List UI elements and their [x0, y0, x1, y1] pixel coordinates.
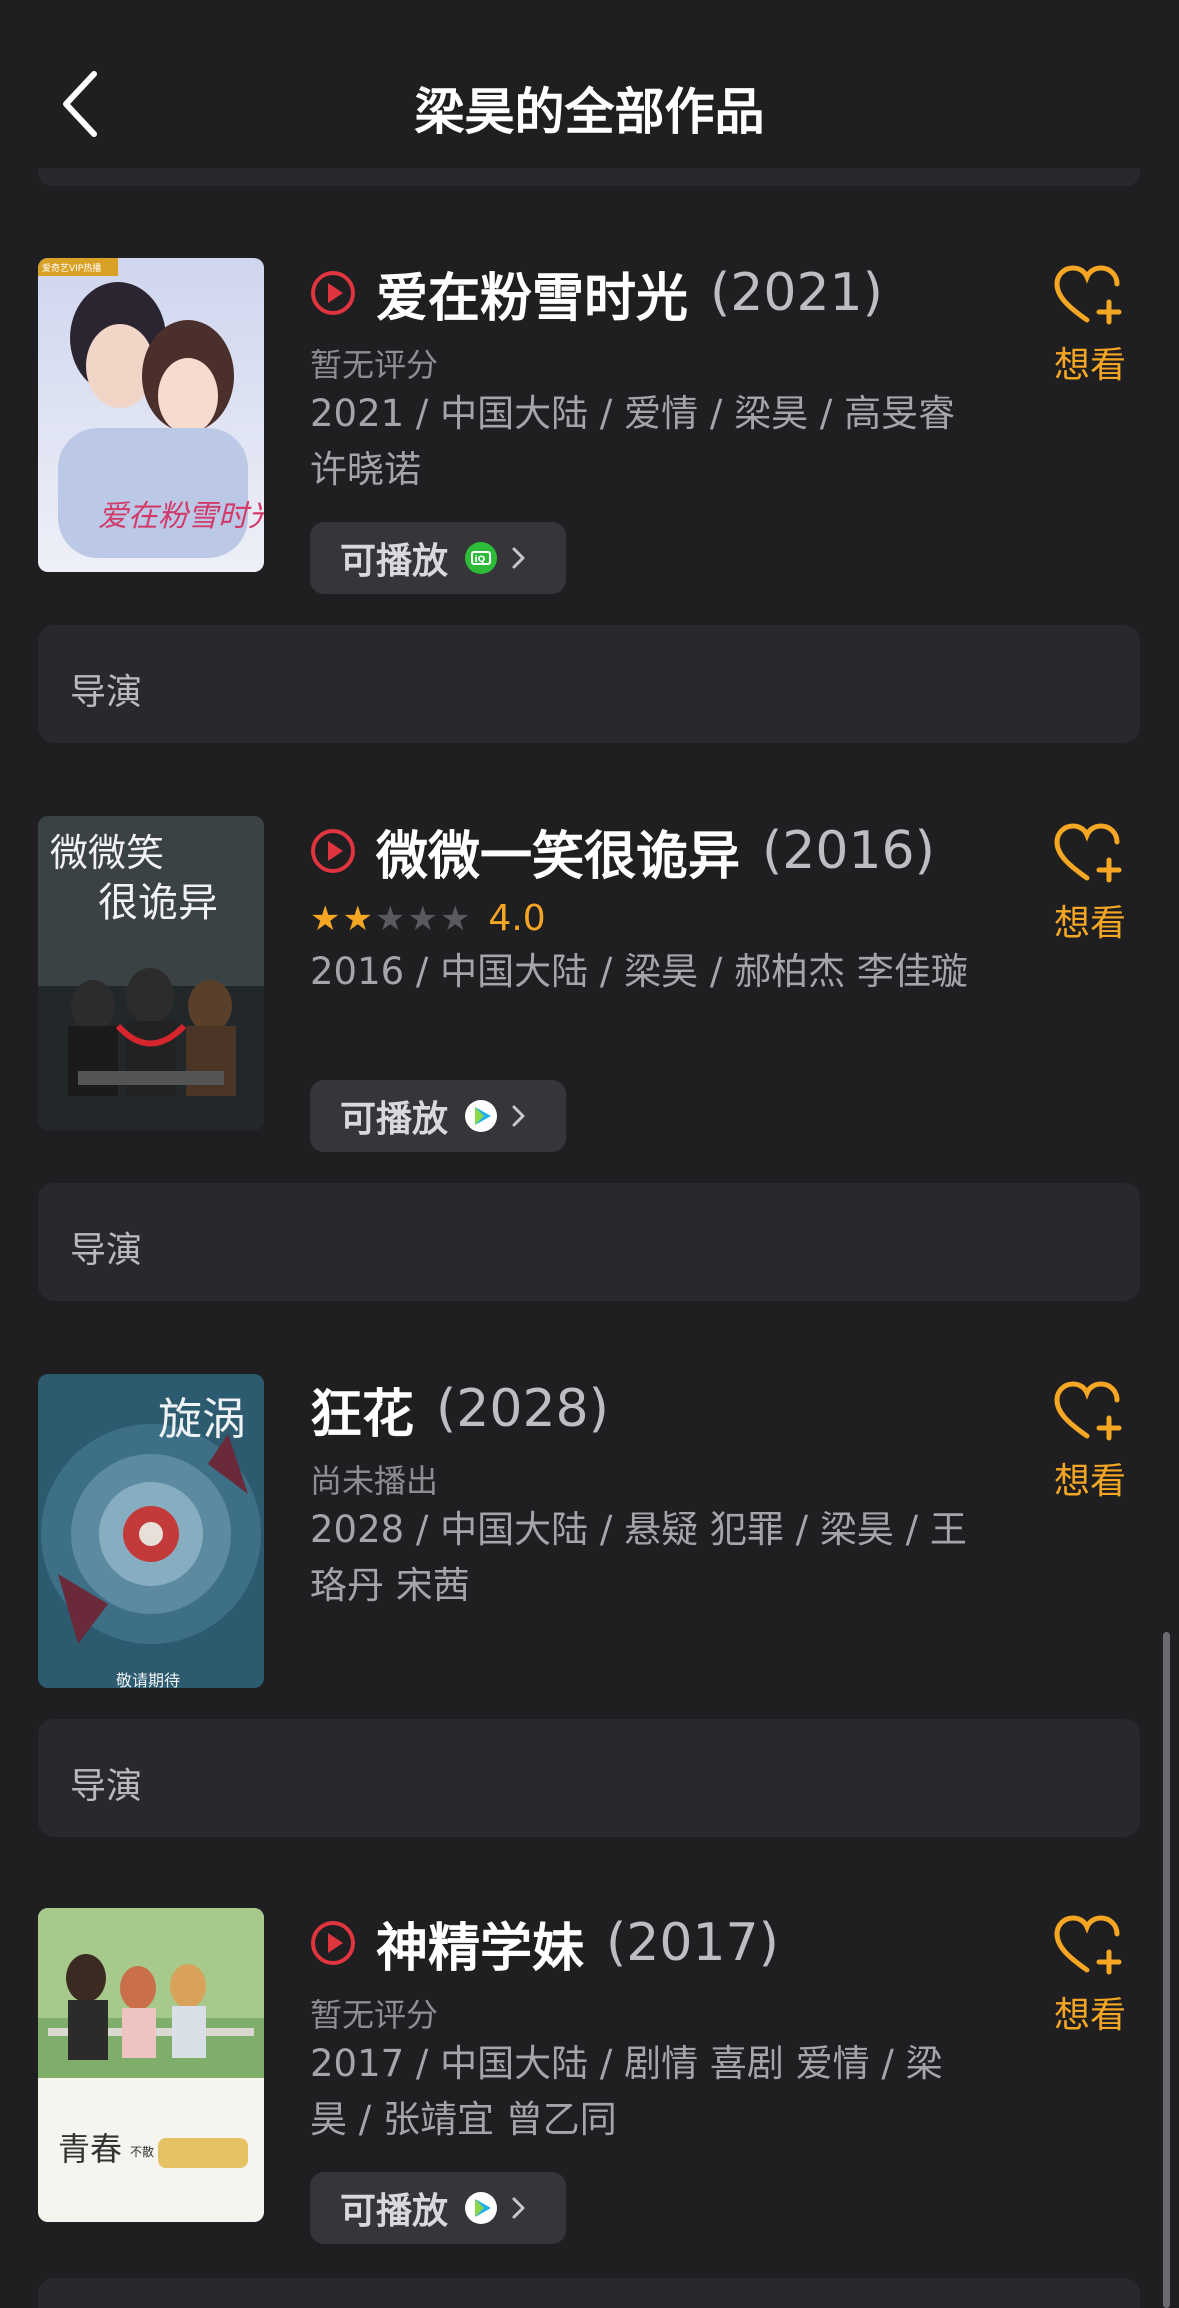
- playable-label: 可播放: [340, 2191, 449, 2232]
- section-label: 导演: [70, 672, 143, 713]
- poster-text-left: 青春: [58, 2131, 122, 2167]
- movie-card[interactable]: 爱奇艺VIP热播 爱在粉雪时光 爱在粉雪时光 (2021) 暂无评分 2021 …: [0, 256, 1179, 594]
- movie-meta: 2016 / 中国大陆 / 梁昊 / 郝柏杰 李佳璇: [310, 950, 968, 993]
- iqiyi-icon: iQ: [464, 541, 498, 575]
- star-icon: ★: [310, 898, 341, 939]
- tencent-video-icon: [464, 2191, 498, 2225]
- previous-section-edge: [38, 168, 1140, 186]
- poster-title-line1: 微微笑: [50, 831, 164, 875]
- heart-plus-icon: [1054, 1915, 1122, 1975]
- poster-title-line2: 很诡异: [98, 880, 218, 926]
- movie-year: (2021): [710, 263, 883, 323]
- movie-meta: 2028 / 中国大陆 / 悬疑 犯罪 / 梁昊 / 王珞丹 宋茜: [310, 1508, 967, 1607]
- director-section-bar[interactable]: 导演: [38, 625, 1140, 743]
- chevron-right-icon: [508, 1099, 530, 1133]
- want-to-watch-button[interactable]: 想看: [1040, 822, 1140, 946]
- want-to-watch-button[interactable]: 想看: [1040, 1914, 1140, 2038]
- tencent-video-icon: [464, 1099, 498, 1133]
- chevron-right-icon: [508, 541, 530, 575]
- movie-title[interactable]: 狂花: [310, 1372, 414, 1447]
- want-to-watch-label: 想看: [1053, 1461, 1126, 1502]
- rating-text: 暂无评分: [310, 1996, 439, 2034]
- playable-button[interactable]: 可播放: [310, 1080, 566, 1152]
- movie-title[interactable]: 微微一笑很诡异: [376, 814, 740, 889]
- movie-year: (2017): [606, 1913, 779, 1973]
- movie-title[interactable]: 爱在粉雪时光: [376, 256, 688, 331]
- chevron-right-icon: [508, 2191, 530, 2225]
- play-circle-icon[interactable]: [310, 270, 356, 316]
- section-label: 导演: [70, 1766, 143, 1807]
- movie-year: (2016): [762, 821, 935, 881]
- heart-plus-icon: [1054, 823, 1122, 883]
- movie-meta: 2017 / 中国大陆 / 剧情 喜剧 爱情 / 梁昊 / 张靖宜 曾乙同: [310, 2042, 943, 2141]
- header: 梁昊的全部作品: [0, 0, 1179, 170]
- movie-card[interactable]: 微微笑 很诡异 微微一笑很诡异 (2016) ★ ★ ★ ★ ★ 4.0 201…: [0, 814, 1179, 1152]
- director-section-bar[interactable]: 导演: [38, 1719, 1140, 1837]
- playable-button[interactable]: 可播放 iQ: [310, 522, 566, 594]
- poster-glyph-text: 旋涡: [158, 1394, 246, 1445]
- want-to-watch-label: 想看: [1053, 903, 1126, 944]
- poster-text-small: 不散: [130, 2144, 154, 2159]
- star-rating: ★ ★ ★ ★ ★ 4.0: [310, 898, 546, 939]
- rating-text: 暂无评分: [310, 346, 439, 384]
- movie-poster[interactable]: 爱奇艺VIP热播 爱在粉雪时光: [38, 258, 264, 572]
- scrollbar[interactable]: [1163, 1632, 1170, 2308]
- movie-card[interactable]: 旋涡 敬请期待 狂花 (2028) 尚未播出 2028 / 中国大陆 / 悬疑 …: [0, 1374, 1179, 1694]
- star-icon: ★: [342, 898, 373, 939]
- poster-title-text: 爱在粉雪时光: [98, 500, 264, 533]
- want-to-watch-label: 想看: [1053, 345, 1126, 386]
- movie-title[interactable]: 神精学妹: [376, 1906, 584, 1981]
- playable-label: 可播放: [340, 1099, 449, 1140]
- star-icon: ★: [439, 898, 471, 939]
- star-icon: ★: [374, 898, 406, 939]
- play-circle-icon[interactable]: [310, 828, 356, 874]
- director-section-bar[interactable]: 导演: [38, 1183, 1140, 1301]
- star-icon: ★: [407, 898, 438, 939]
- playable-button[interactable]: 可播放: [310, 2172, 566, 2244]
- movie-year: (2028): [436, 1379, 609, 1439]
- heart-plus-icon: [1054, 1381, 1122, 1441]
- want-to-watch-button[interactable]: 想看: [1040, 1380, 1140, 1504]
- movie-meta: 2021 / 中国大陆 / 爱情 / 梁昊 / 高旻睿 许晓诺: [310, 392, 956, 491]
- want-to-watch-button[interactable]: 想看: [1040, 264, 1140, 388]
- movie-poster[interactable]: 旋涡 敬请期待: [38, 1374, 264, 1688]
- page-title: 梁昊的全部作品: [414, 83, 765, 141]
- poster-caption-text: 敬请期待: [116, 1671, 180, 1688]
- poster-badge-text: 爱奇艺VIP热播: [42, 262, 101, 274]
- movie-poster[interactable]: 青春 不散: [38, 1908, 264, 2222]
- section-label: 导演: [70, 1230, 143, 1271]
- playable-label: 可播放: [340, 541, 449, 582]
- rating-text: 尚未播出: [310, 1462, 439, 1500]
- svg-text:iQ: iQ: [475, 555, 486, 565]
- rating-score: 4.0: [488, 898, 546, 939]
- movie-poster[interactable]: 微微笑 很诡异: [38, 816, 264, 1130]
- play-circle-icon[interactable]: [310, 1920, 356, 1966]
- heart-plus-icon: [1054, 265, 1122, 325]
- movie-card[interactable]: 青春 不散 神精学妹 (2017) 暂无评分 2017 / 中国大陆 / 剧情 …: [0, 1906, 1179, 2244]
- want-to-watch-label: 想看: [1053, 1995, 1126, 2036]
- next-section-edge: [38, 2278, 1140, 2308]
